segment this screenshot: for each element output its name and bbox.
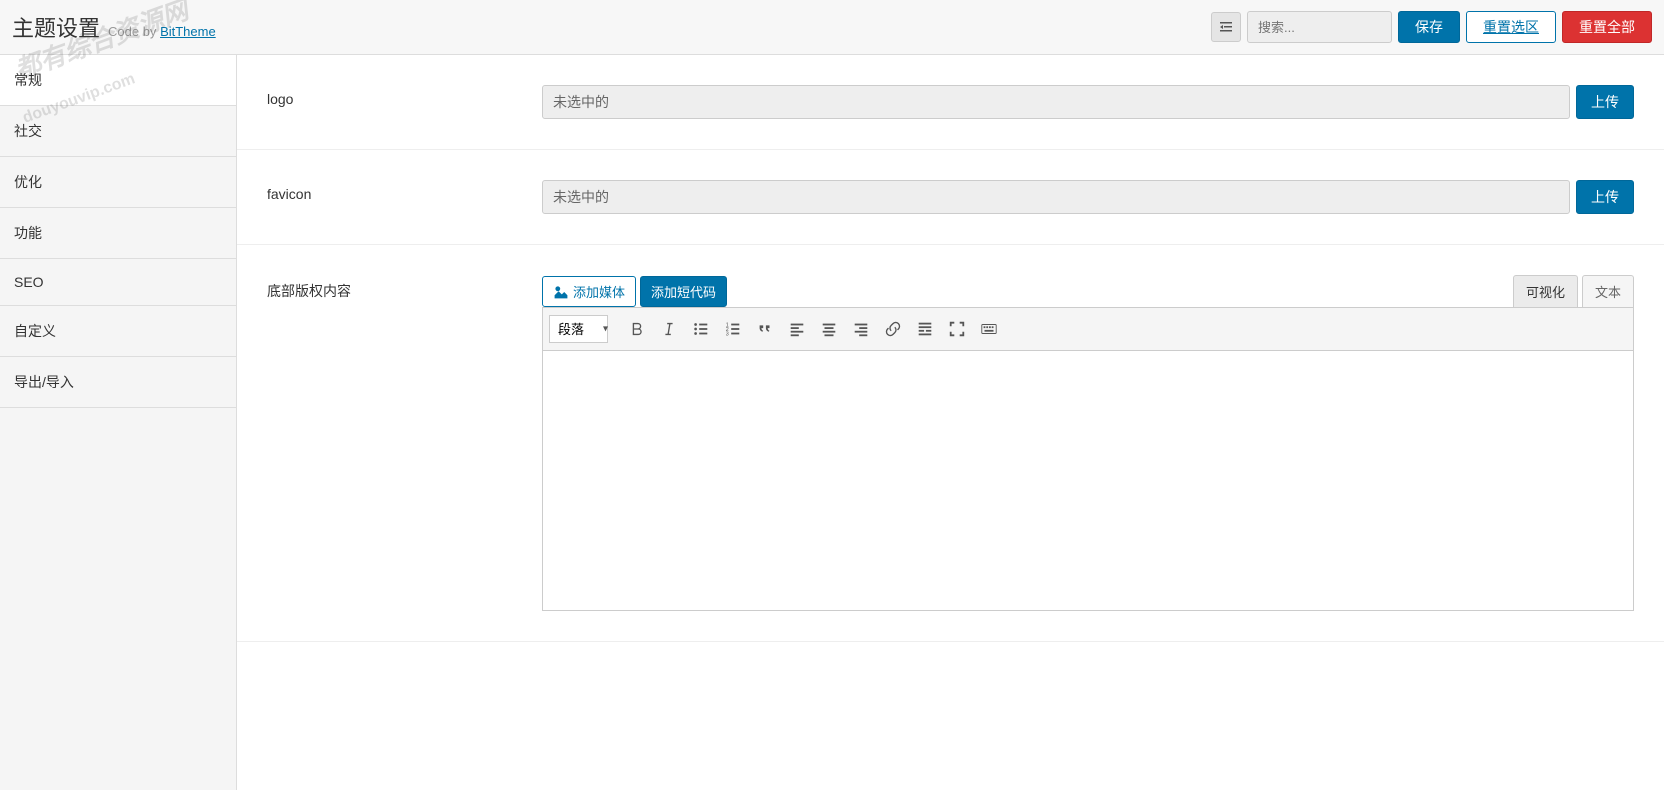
editor-toolbar: 段落 123 (542, 307, 1634, 351)
save-button[interactable]: 保存 (1398, 11, 1460, 43)
media-icon (553, 284, 569, 300)
keyboard-icon (980, 320, 998, 338)
bullet-list-icon (692, 320, 710, 338)
field-label-favicon: favicon (267, 180, 542, 202)
format-select-wrapper: 段落 (549, 315, 614, 343)
editor-tabs: 可视化 文本 (1513, 275, 1634, 307)
sidebar-item-function[interactable]: 功能 (0, 208, 236, 259)
content: logo 上传 favicon 上传 底部版权内容 添加媒体 (237, 55, 1664, 790)
code-by: Code by BitTheme (108, 24, 216, 39)
search-input[interactable] (1247, 11, 1392, 43)
link-button[interactable] (878, 314, 908, 344)
fullscreen-button[interactable] (942, 314, 972, 344)
field-control-logo: 上传 (542, 85, 1634, 119)
numbered-list-icon: 123 (724, 320, 742, 338)
favicon-input[interactable] (542, 180, 1570, 214)
indent-icon (1218, 19, 1234, 35)
field-row-favicon: favicon 上传 (237, 150, 1664, 245)
field-label-logo: logo (267, 85, 542, 107)
sidebar-item-seo[interactable]: SEO (0, 259, 236, 306)
editor-buttons: 添加媒体 添加短代码 (542, 276, 727, 307)
reset-section-button[interactable]: 重置选区 (1466, 11, 1556, 43)
page-title: 主题设置 (12, 11, 100, 43)
sidebar: 常规 社交 优化 功能 SEO 自定义 导出/导入 (0, 55, 237, 790)
readmore-button[interactable] (910, 314, 940, 344)
align-center-icon (820, 320, 838, 338)
logo-upload-button[interactable]: 上传 (1576, 85, 1634, 119)
align-right-button[interactable] (846, 314, 876, 344)
toolbar-toggle-button[interactable] (974, 314, 1004, 344)
sidebar-item-custom[interactable]: 自定义 (0, 306, 236, 357)
main: 常规 社交 优化 功能 SEO 自定义 导出/导入 logo 上传 favico… (0, 55, 1664, 790)
blockquote-button[interactable] (750, 314, 780, 344)
field-row-footer: 底部版权内容 添加媒体 添加短代码 可视化 文本 (237, 245, 1664, 642)
code-by-text: Code by (108, 24, 156, 39)
field-control-favicon: 上传 (542, 180, 1634, 214)
italic-icon (660, 320, 678, 338)
field-label-footer: 底部版权内容 (267, 275, 542, 301)
align-left-button[interactable] (782, 314, 812, 344)
editor-wrapper: 添加媒体 添加短代码 可视化 文本 段落 (542, 275, 1634, 611)
sidebar-item-social[interactable]: 社交 (0, 106, 236, 157)
header: 主题设置 Code by BitTheme 保存 重置选区 重置全部 (0, 0, 1664, 55)
numbered-list-button[interactable]: 123 (718, 314, 748, 344)
bold-button[interactable] (622, 314, 652, 344)
sidebar-item-optimize[interactable]: 优化 (0, 157, 236, 208)
align-left-icon (788, 320, 806, 338)
code-by-link[interactable]: BitTheme (160, 24, 216, 39)
collapse-button[interactable] (1211, 12, 1241, 42)
header-left: 主题设置 Code by BitTheme (12, 11, 216, 43)
align-center-button[interactable] (814, 314, 844, 344)
italic-button[interactable] (654, 314, 684, 344)
text-tab[interactable]: 文本 (1582, 275, 1634, 307)
visual-tab[interactable]: 可视化 (1513, 275, 1578, 307)
add-media-button[interactable]: 添加媒体 (542, 276, 636, 307)
reset-all-button[interactable]: 重置全部 (1562, 11, 1652, 43)
logo-input[interactable] (542, 85, 1570, 119)
format-select[interactable]: 段落 (549, 315, 608, 343)
bold-icon (628, 320, 646, 338)
link-icon (884, 320, 902, 338)
add-media-label: 添加媒体 (573, 282, 625, 301)
editor-area[interactable] (542, 351, 1634, 611)
editor-top-row: 添加媒体 添加短代码 可视化 文本 (542, 275, 1634, 307)
sidebar-item-export-import[interactable]: 导出/导入 (0, 357, 236, 408)
align-right-icon (852, 320, 870, 338)
readmore-icon (916, 320, 934, 338)
fullscreen-icon (948, 320, 966, 338)
quote-icon (756, 320, 774, 338)
field-row-logo: logo 上传 (237, 55, 1664, 150)
header-right: 保存 重置选区 重置全部 (1211, 11, 1652, 43)
sidebar-item-general[interactable]: 常规 (0, 55, 236, 106)
bullet-list-button[interactable] (686, 314, 716, 344)
add-shortcode-button[interactable]: 添加短代码 (640, 276, 727, 307)
svg-text:3: 3 (726, 331, 729, 337)
favicon-upload-button[interactable]: 上传 (1576, 180, 1634, 214)
